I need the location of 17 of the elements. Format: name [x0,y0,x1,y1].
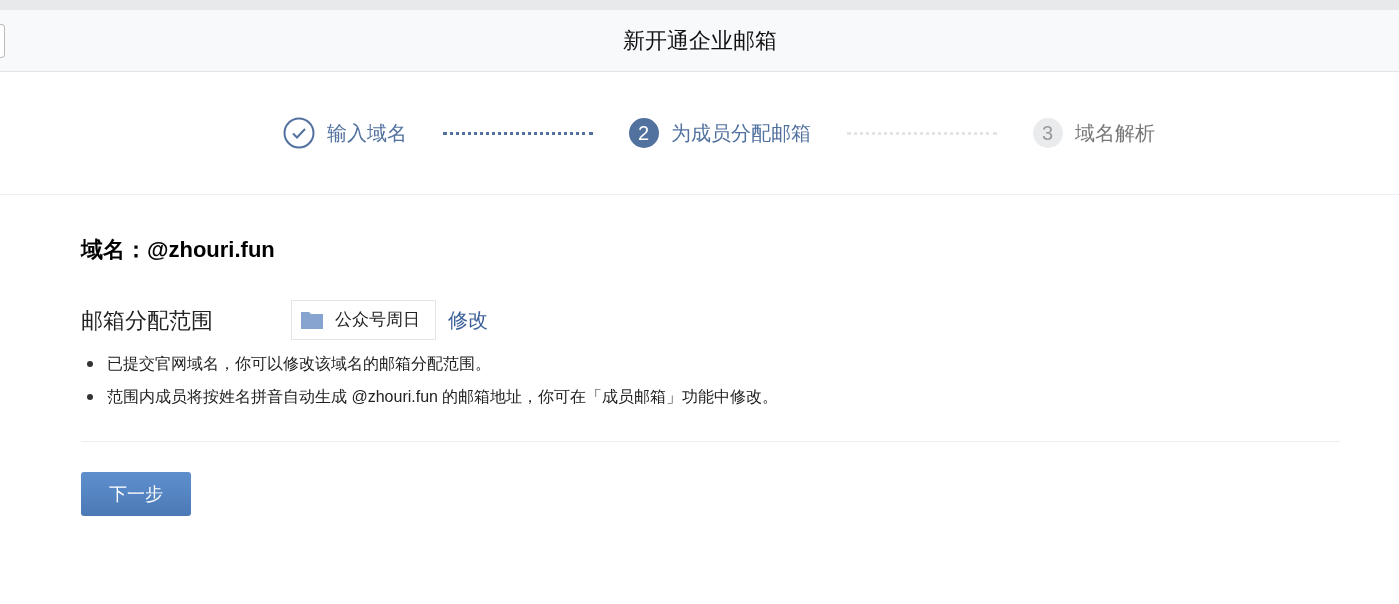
next-button[interactable]: 下一步 [81,472,191,516]
domain-heading: 域名：@zhouri.fun [81,236,276,264]
bullet-icon [87,361,93,367]
step-number: 3 [1032,118,1063,148]
step-label: 输入域名 [326,121,407,146]
step-label: 域名解析 [1074,121,1155,146]
note-text: 已提交官网域名，你可以修改该域名的邮箱分配范围。 [107,354,491,374]
header-button[interactable] [0,23,5,58]
scope-label: 邮箱分配范围 [81,306,214,335]
folder-icon [301,311,323,329]
edit-link[interactable]: 修改 [448,305,488,335]
step-label: 为成员分配邮箱 [670,121,811,146]
department-name: 公众号周日 [335,309,421,332]
page-title: 新开通企业邮箱 [622,27,777,55]
step-number: 2 [628,118,659,148]
bullet-icon [87,394,93,400]
note-text: 范围内成员将按姓名拼音自动生成 @zhouri.fun 的邮箱地址，你可在「成员邮箱」功能中修改。 [107,387,779,407]
